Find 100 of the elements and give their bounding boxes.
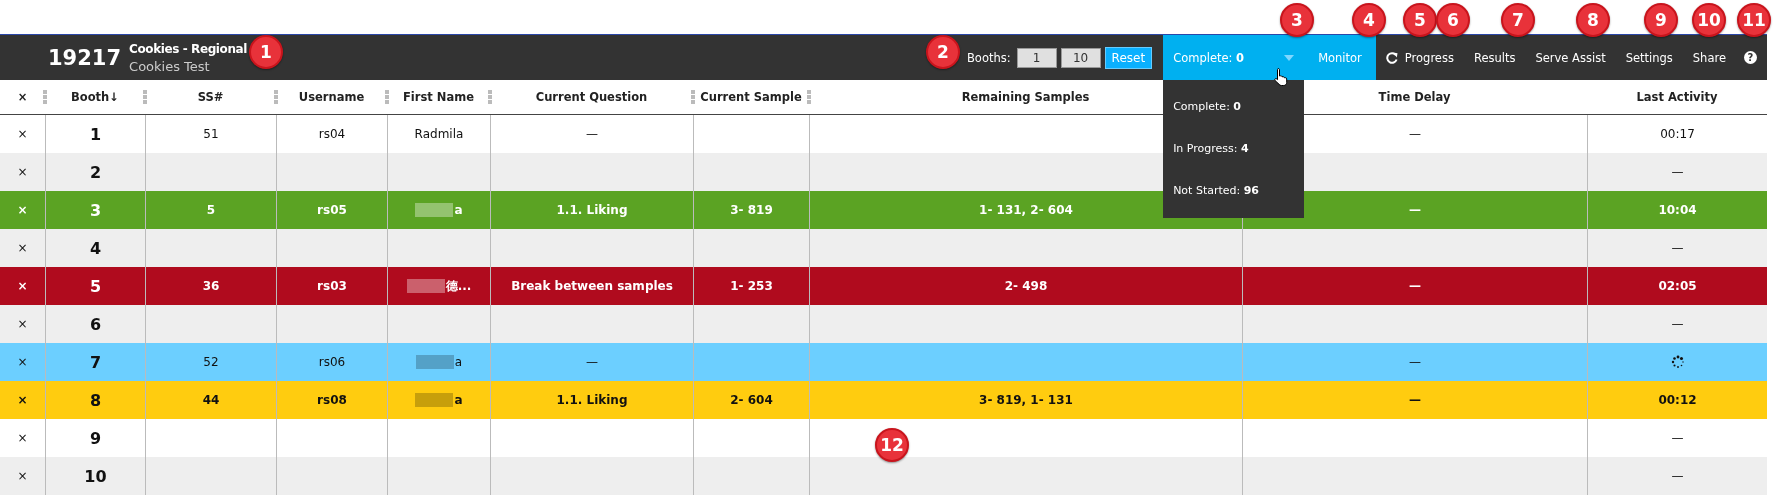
callout-badge: 6 bbox=[1436, 3, 1470, 37]
status-menu-item[interactable]: Not Started: 96 bbox=[1163, 170, 1305, 212]
table-cell: 36 bbox=[202, 279, 220, 293]
table-cell: 1.1. Liking bbox=[556, 393, 628, 407]
table-cell: Break between samples bbox=[511, 279, 673, 293]
column-header: Last Activity bbox=[1636, 90, 1718, 104]
table-cell: rs06 bbox=[318, 355, 346, 369]
table-cell: 1.1. Liking bbox=[556, 203, 628, 217]
column-header[interactable]: × bbox=[17, 90, 28, 104]
caret-icon bbox=[1284, 54, 1295, 61]
column-header: Current Sample bbox=[700, 90, 802, 104]
table-cell: — bbox=[1409, 355, 1421, 369]
table-cell: 6 bbox=[89, 314, 102, 334]
table-cell: 5 bbox=[206, 203, 216, 217]
table-cell: 10 bbox=[84, 466, 107, 486]
table-cell: rs04 bbox=[318, 127, 346, 141]
table-cell: Radmila bbox=[414, 127, 464, 141]
table-cell: 1 bbox=[89, 124, 102, 144]
table-cell: 3- 819 bbox=[730, 203, 773, 217]
remove-button[interactable]: × bbox=[17, 317, 28, 331]
table-cell: rs03 bbox=[317, 279, 347, 293]
table-cell: — bbox=[1409, 203, 1421, 217]
table-cell: — bbox=[1671, 165, 1684, 179]
callout-badge: 11 bbox=[1737, 3, 1771, 37]
table-cell: — bbox=[1671, 317, 1684, 331]
table-cell: 2- 604 bbox=[730, 393, 773, 407]
table-cell: 德... bbox=[445, 277, 472, 295]
table-cell: 7 bbox=[89, 352, 102, 372]
table-cell: 00:12 bbox=[1658, 393, 1697, 407]
refresh-icon bbox=[1385, 51, 1398, 64]
column-header: Time Delay bbox=[1378, 90, 1451, 104]
table-cell: 5 bbox=[89, 276, 102, 296]
table-cell: 8 bbox=[89, 390, 102, 410]
callout-badge: 5 bbox=[1403, 3, 1437, 37]
table-cell: 2- 498 bbox=[1004, 279, 1048, 293]
table-cell: rs05 bbox=[317, 203, 347, 217]
study-id: 19217 bbox=[48, 45, 122, 70]
help-button[interactable]: ? bbox=[1744, 51, 1757, 64]
table-cell: 3- 819, 1- 131 bbox=[979, 393, 1073, 407]
column-grip-icon bbox=[691, 90, 695, 104]
table-cell: a bbox=[454, 393, 463, 407]
callout-badge: 9 bbox=[1644, 3, 1678, 37]
callout-badge: 8 bbox=[1576, 3, 1610, 37]
table-cell: — bbox=[1409, 279, 1421, 293]
table-cell: — bbox=[586, 355, 598, 369]
column-header: Remaining Samples bbox=[961, 90, 1090, 104]
table-cell: 9 bbox=[89, 428, 102, 448]
callout-badge: 10 bbox=[1692, 3, 1726, 37]
column-header: First Name bbox=[403, 90, 474, 104]
column-header: Current Question bbox=[535, 90, 648, 104]
table-cell: 1- 131, 2- 604 bbox=[979, 203, 1073, 217]
column-grip-icon bbox=[274, 90, 278, 104]
table-cell: a bbox=[454, 355, 463, 369]
table-cell: 52 bbox=[203, 355, 219, 369]
booth-from-field[interactable]: 1 bbox=[1016, 47, 1057, 68]
remove-button[interactable]: × bbox=[17, 279, 28, 293]
callout-badge: 4 bbox=[1352, 3, 1386, 37]
remove-button[interactable]: × bbox=[17, 393, 28, 407]
table-cell: 00:17 bbox=[1660, 127, 1695, 141]
nav-tab[interactable]: Serve Assist bbox=[1525, 35, 1616, 80]
remove-button[interactable]: × bbox=[17, 127, 28, 141]
table-cell: 10:04 bbox=[1658, 203, 1697, 217]
table-cell: — bbox=[1671, 431, 1684, 445]
status-menu-item[interactable]: Complete: 0 bbox=[1163, 86, 1305, 128]
column-grip-icon bbox=[143, 90, 147, 104]
remove-button[interactable]: × bbox=[17, 241, 28, 255]
table-cell: — bbox=[586, 127, 598, 141]
table-cell: — bbox=[1671, 241, 1684, 255]
table-cell: — bbox=[1409, 393, 1421, 407]
table-cell: 1- 253 bbox=[730, 279, 773, 293]
study-title: Cookies - Regional bbox=[129, 40, 247, 58]
column-grip-icon bbox=[488, 90, 492, 104]
column-header: Username bbox=[298, 90, 365, 104]
column-header[interactable]: Booth↓ bbox=[71, 90, 119, 104]
table-cell: — bbox=[1671, 469, 1684, 483]
status-menu-item[interactable]: In Progress: 4 bbox=[1163, 128, 1305, 170]
table-cell: 02:05 bbox=[1658, 279, 1697, 293]
nav-tab[interactable]: Settings bbox=[1615, 35, 1683, 80]
column-grip-icon bbox=[807, 90, 811, 104]
column-header: SS# bbox=[197, 90, 224, 104]
remove-button[interactable]: × bbox=[17, 355, 28, 369]
nav-tab[interactable]: Progress bbox=[1375, 35, 1464, 80]
remove-button[interactable]: × bbox=[17, 469, 28, 483]
column-grip-icon bbox=[43, 90, 47, 104]
hand-cursor-icon bbox=[1273, 67, 1290, 87]
callout-badge: 3 bbox=[1280, 3, 1314, 37]
study-subtitle: Cookies Test bbox=[129, 57, 211, 75]
table-cell: 2 bbox=[89, 162, 102, 182]
booths-label: Booths: bbox=[966, 50, 1011, 65]
column-grip-icon bbox=[385, 90, 389, 104]
nav-tab[interactable]: Results bbox=[1463, 35, 1526, 80]
table-cell: 3 bbox=[89, 200, 102, 220]
table-cell: rs08 bbox=[317, 393, 347, 407]
table-cell: 51 bbox=[203, 127, 219, 141]
remove-button[interactable]: × bbox=[17, 431, 28, 445]
booth-to-field[interactable]: 10 bbox=[1060, 47, 1101, 68]
table-cell: — bbox=[1409, 127, 1421, 141]
callout-badge: 7 bbox=[1501, 3, 1535, 37]
remove-button[interactable]: × bbox=[17, 165, 28, 179]
nav-tab[interactable]: Share bbox=[1682, 35, 1736, 80]
